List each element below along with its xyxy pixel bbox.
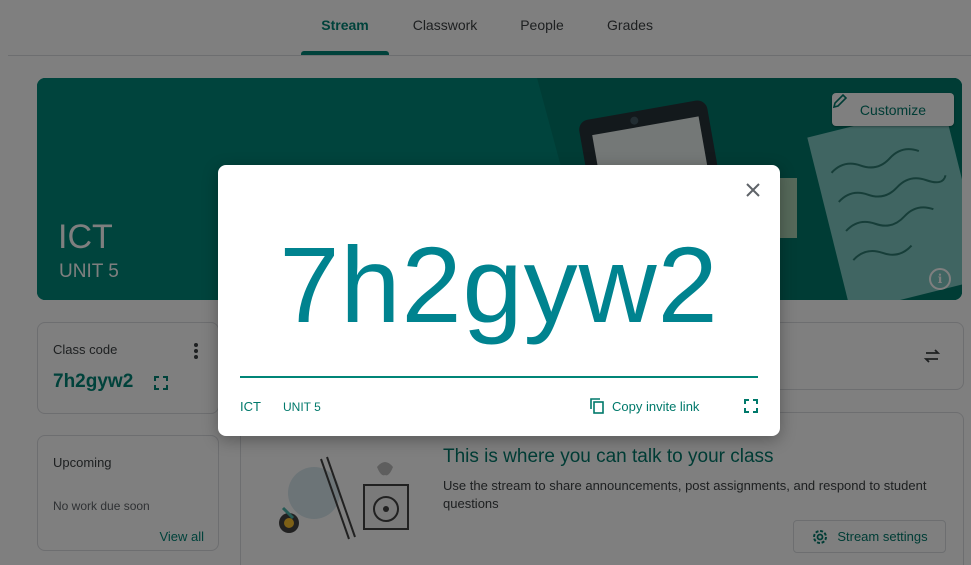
copy-icon <box>590 398 604 414</box>
code-divider <box>240 376 758 378</box>
class-code-dialog: 7h2gyw2 ICT UNIT 5 Copy invite link <box>218 165 780 436</box>
copy-invite-link-label: Copy invite link <box>612 398 700 414</box>
dialog-class-code: 7h2gyw2 <box>279 224 719 345</box>
copy-invite-link-button[interactable]: Copy invite link <box>590 398 699 414</box>
fullscreen-icon[interactable] <box>744 399 758 413</box>
dialog-class-name: ICT <box>240 399 261 414</box>
dialog-class-section: UNIT 5 <box>283 400 321 414</box>
close-icon[interactable] <box>743 180 763 200</box>
